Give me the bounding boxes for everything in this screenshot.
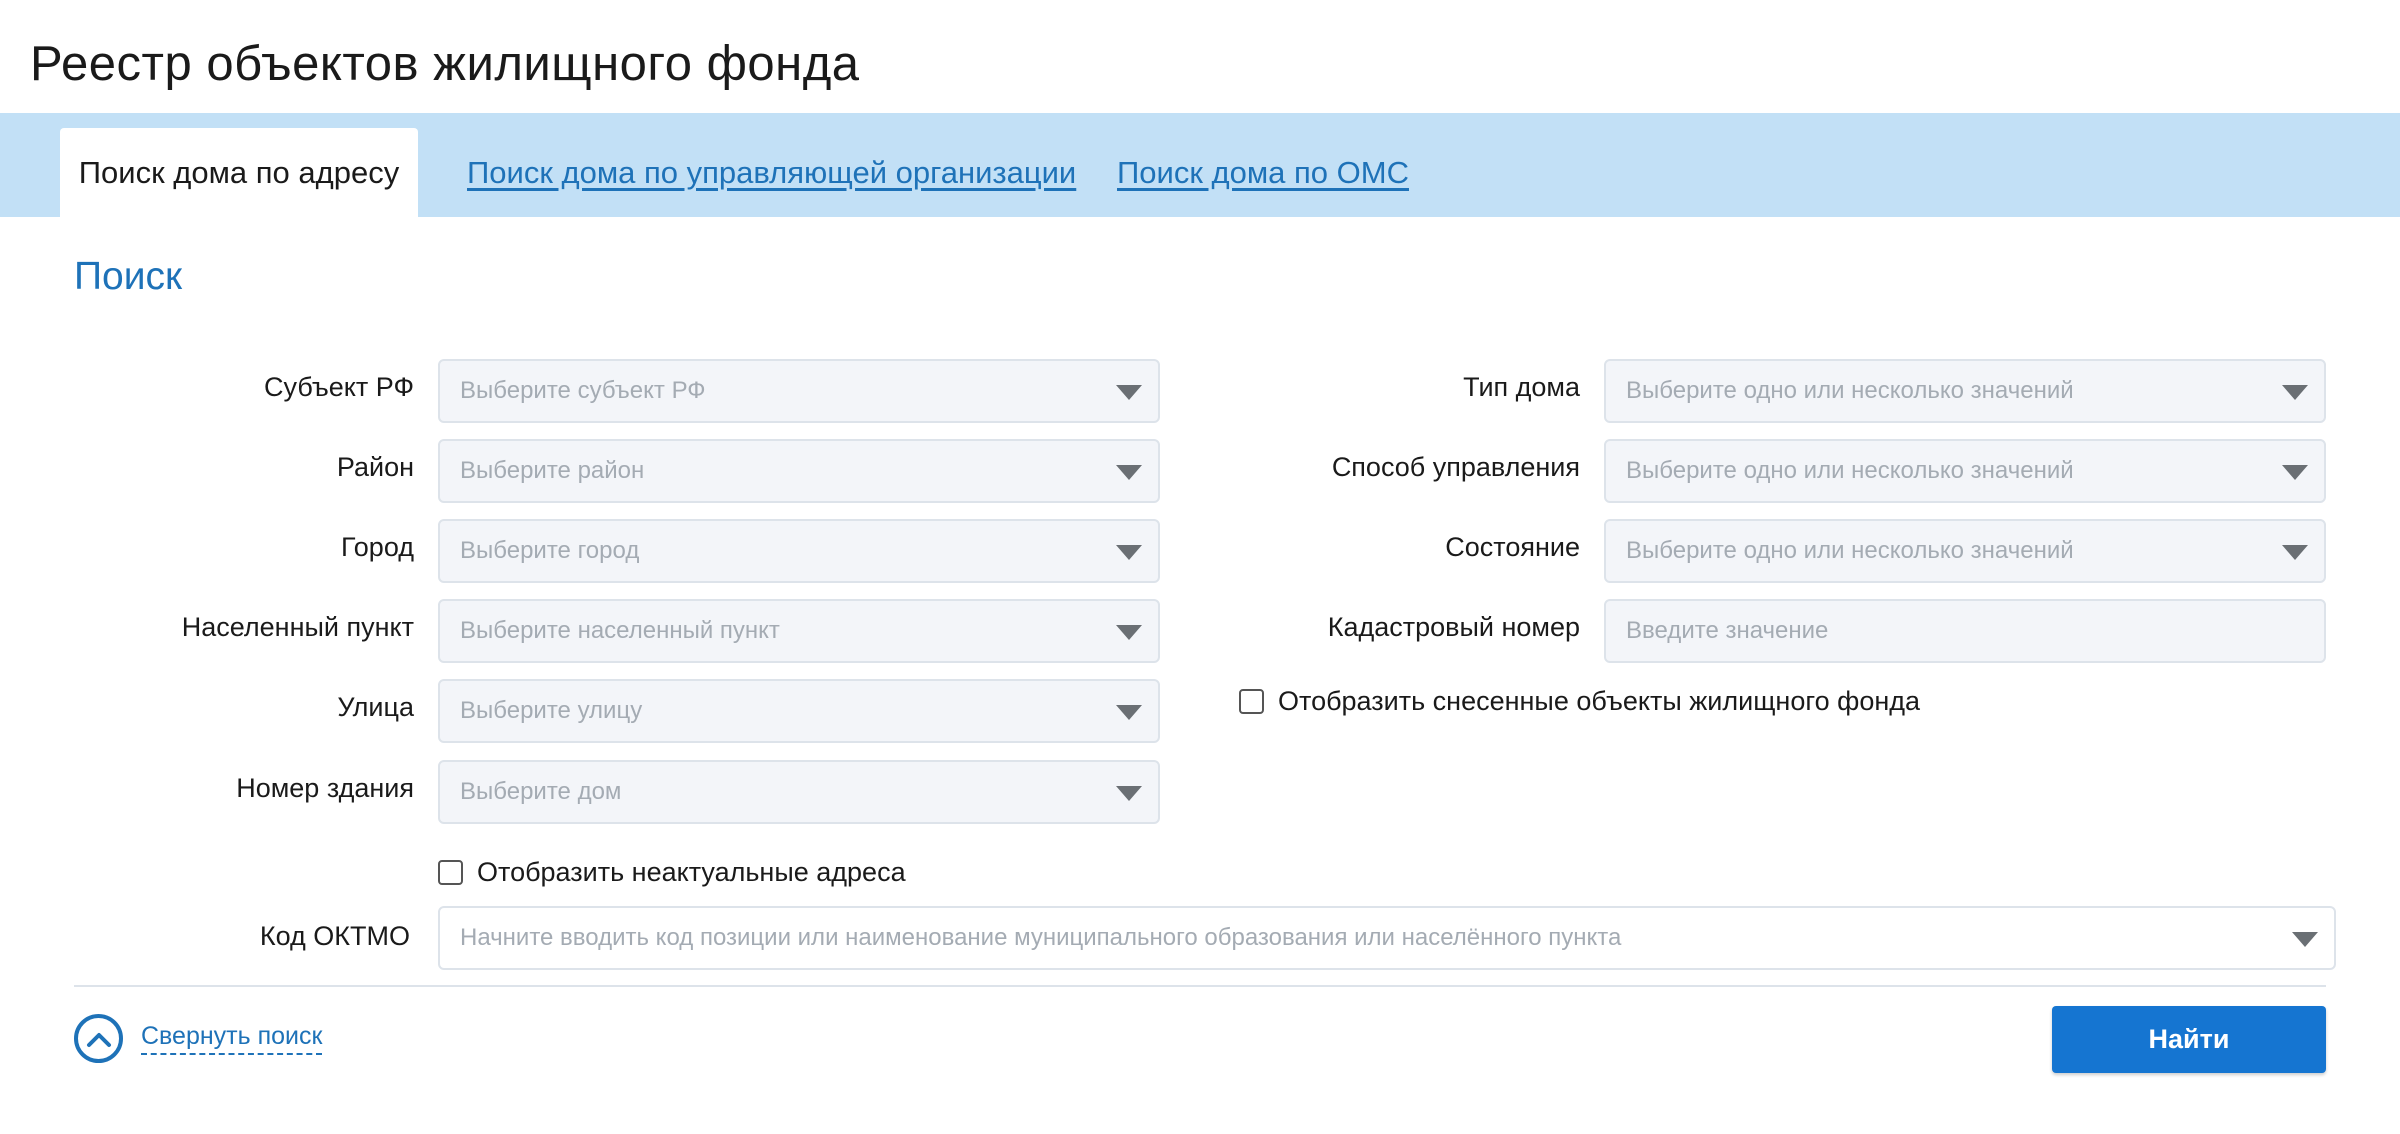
tab-search-by-management-org[interactable]: Поиск дома по управляющей организации — [467, 128, 1076, 217]
oktmo-select[interactable]: Начните вводить код позиции или наименов… — [438, 906, 2336, 970]
street-label: Улица — [337, 692, 414, 722]
show-demolished-checkbox-row[interactable]: Отобразить снесенные объекты жилищного ф… — [1239, 686, 1920, 717]
city-label: Город — [340, 532, 414, 562]
dropdown-arrow-icon — [1116, 465, 1142, 480]
search-section-title: Поиск — [74, 255, 183, 298]
cadastral-number-label: Кадастровый номер — [1327, 612, 1580, 642]
dropdown-arrow-icon — [1116, 545, 1142, 560]
dropdown-arrow-icon — [2282, 545, 2308, 560]
find-button[interactable]: Найти — [2052, 1006, 2326, 1073]
page-title: Реестр объектов жилищного фонда — [30, 37, 860, 91]
show-demolished-label: Отобразить снесенные объекты жилищного ф… — [1278, 686, 1921, 716]
tab-search-by-oms[interactable]: Поиск дома по ОМС — [1117, 128, 1409, 217]
building-number-placeholder: Выберите дом — [460, 778, 622, 805]
subject-rf-placeholder: Выберите субъект РФ — [460, 377, 706, 404]
chevron-up-icon[interactable] — [74, 1014, 123, 1063]
street-placeholder: Выберите улицу — [460, 697, 643, 724]
management-method-select[interactable]: Выберите одно или несколько значений — [1604, 439, 2326, 503]
subject-rf-label: Субъект РФ — [264, 372, 414, 402]
divider — [74, 985, 2326, 987]
cadastral-number-input[interactable] — [1604, 599, 2326, 663]
city-placeholder: Выберите город — [460, 537, 640, 564]
dropdown-arrow-icon — [2292, 932, 2318, 947]
district-select[interactable]: Выберите район — [438, 439, 1160, 503]
tab-search-by-address[interactable]: Поиск дома по адресу — [60, 128, 418, 217]
district-label: Район — [336, 452, 414, 482]
subject-rf-select[interactable]: Выберите субъект РФ — [438, 359, 1160, 423]
city-select[interactable]: Выберите город — [438, 519, 1160, 583]
tab-bar: Поиск дома по адресу Поиск дома по управ… — [0, 113, 2400, 217]
street-select[interactable]: Выберите улицу — [438, 679, 1160, 743]
dropdown-arrow-icon — [2282, 465, 2308, 480]
dropdown-arrow-icon — [2282, 385, 2308, 400]
building-number-label: Номер здания — [236, 773, 414, 803]
settlement-label: Населенный пункт — [181, 612, 414, 642]
management-method-placeholder: Выберите одно или несколько значений — [1626, 457, 2074, 484]
oktmo-placeholder: Начните вводить код позиции или наименов… — [460, 924, 1622, 951]
show-demolished-checkbox[interactable] — [1239, 689, 1264, 714]
dropdown-arrow-icon — [1116, 705, 1142, 720]
oktmo-label: Код ОКТМО — [259, 921, 410, 951]
house-type-placeholder: Выберите одно или несколько значений — [1626, 377, 2074, 404]
condition-placeholder: Выберите одно или несколько значений — [1626, 537, 2074, 564]
settlement-placeholder: Выберите населенный пункт — [460, 617, 780, 644]
dropdown-arrow-icon — [1116, 625, 1142, 640]
condition-select[interactable]: Выберите одно или несколько значений — [1604, 519, 2326, 583]
settlement-select[interactable]: Выберите населенный пункт — [438, 599, 1160, 663]
house-type-label: Тип дома — [1463, 372, 1580, 402]
dropdown-arrow-icon — [1116, 786, 1142, 801]
house-type-select[interactable]: Выберите одно или несколько значений — [1604, 359, 2326, 423]
building-number-select[interactable]: Выберите дом — [438, 760, 1160, 824]
management-method-label: Способ управления — [1331, 452, 1580, 482]
show-outdated-label: Отобразить неактуальные адреса — [477, 857, 906, 887]
condition-label: Состояние — [1445, 532, 1580, 562]
show-outdated-checkbox-row[interactable]: Отобразить неактуальные адреса — [438, 857, 906, 888]
collapse-search-toggle[interactable]: Свернуть поиск — [74, 1014, 323, 1063]
dropdown-arrow-icon — [1116, 385, 1142, 400]
collapse-search-link[interactable]: Свернуть поиск — [141, 1022, 323, 1055]
district-placeholder: Выберите район — [460, 457, 645, 484]
show-outdated-checkbox[interactable] — [438, 860, 463, 885]
